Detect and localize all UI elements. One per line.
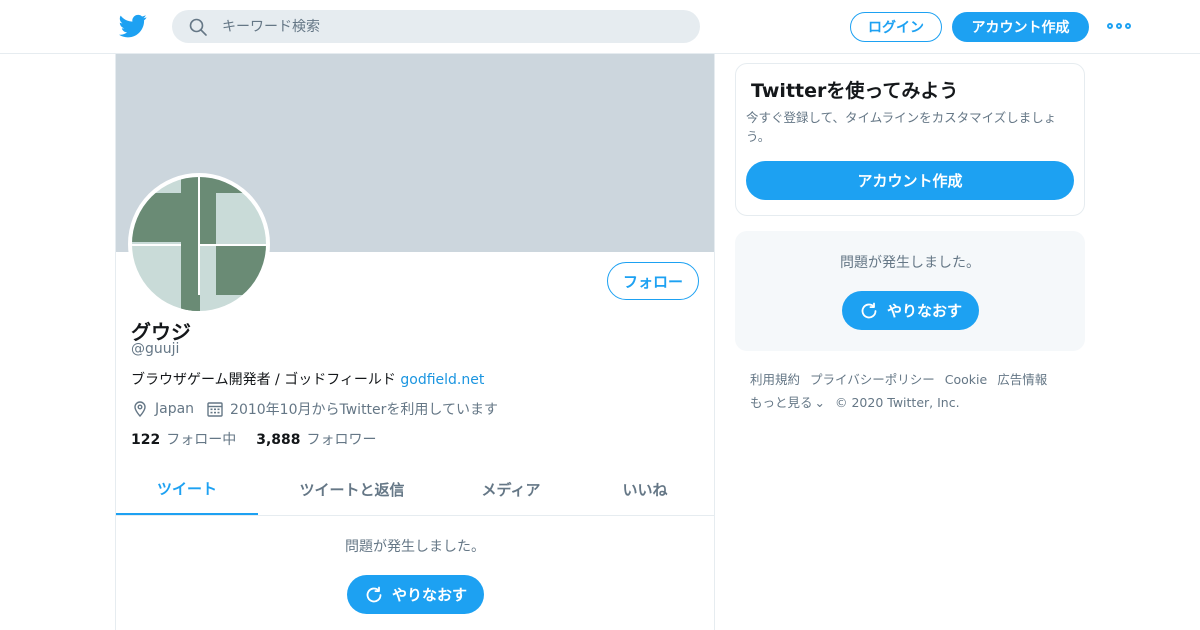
sidebar-retry-button[interactable]: やりなおす	[842, 291, 979, 330]
login-button[interactable]: ログイン	[850, 12, 942, 42]
tab-tweets-and-replies[interactable]: ツイートと返信	[258, 464, 446, 515]
tab-tweets[interactable]: ツイート	[116, 464, 258, 515]
footer-link-privacy[interactable]: プライバシーポリシー	[810, 368, 935, 391]
bio-text: ブラウザゲーム開発者 / ゴッドフィールド	[131, 372, 401, 388]
profile-column: フォロー グウジ @guuji ブラウザゲーム開発者 / ゴッドフィールド go…	[115, 54, 715, 630]
footer-copyright: © 2020 Twitter, Inc.	[835, 395, 960, 410]
signup-card-title: Twitterを使ってみよう	[751, 80, 959, 102]
tab-likes[interactable]: いいね	[576, 464, 714, 515]
signup-card-button[interactable]: アカウント作成	[746, 161, 1074, 200]
twitter-bird-icon[interactable]	[119, 12, 147, 40]
calendar-icon	[206, 400, 224, 418]
profile-stats: 122 フォロー中 3,888 フォロワー	[131, 429, 397, 449]
timeline-error-message: 問題が発生しました。	[345, 539, 485, 555]
followers-count: 3,888	[256, 432, 301, 448]
followers-label: フォロワー	[306, 432, 377, 448]
search-box	[172, 10, 700, 43]
chevron-down-icon: ⌄	[814, 395, 825, 410]
profile-tabs: ツイート ツイートと返信 メディア いいね	[116, 464, 714, 516]
sidebar-error-message: 問題が発生しました。	[840, 255, 980, 271]
signup-card: Twitterを使ってみよう 今すぐ登録して、タイムラインをカスタマイズしましょ…	[735, 63, 1085, 216]
footer-more-link[interactable]: もっと見る ⌄	[750, 391, 825, 414]
more-dots-icon[interactable]	[1107, 19, 1131, 33]
following-stat[interactable]: 122 フォロー中	[131, 429, 236, 449]
profile-joined-date: 2010年10月からTwitterを利用しています	[230, 402, 498, 418]
refresh-icon	[364, 585, 384, 605]
retry-label: やりなおす	[886, 302, 962, 320]
footer-link-cookie[interactable]: Cookie	[945, 368, 987, 391]
followers-stat[interactable]: 3,888 フォロワー	[256, 429, 376, 449]
profile-meta: Japan 2010年10月からTwitterを利用しています	[131, 399, 498, 419]
following-count: 122	[131, 432, 161, 448]
retry-label: やりなおす	[391, 586, 467, 604]
footer-link-terms[interactable]: 利用規約	[750, 368, 800, 391]
bio-link[interactable]: godfield.net	[400, 372, 484, 388]
search-input[interactable]	[222, 10, 682, 43]
sidebar-footer: 利用規約 プライバシーポリシー Cookie 広告情報 もっと見る ⌄ © 202…	[750, 368, 1080, 414]
profile-location: Japan	[155, 401, 195, 417]
search-icon	[188, 17, 208, 37]
footer-link-ads[interactable]: 広告情報	[997, 368, 1047, 391]
top-navigation-bar: ログイン アカウント作成	[0, 0, 1200, 54]
timeline-retry-button[interactable]: やりなおす	[347, 575, 484, 614]
location-icon	[131, 400, 149, 418]
tab-media[interactable]: メディア	[446, 464, 576, 515]
footer-more-label: もっと見る	[750, 395, 813, 410]
signup-card-description: 今すぐ登録して、タイムラインをカスタマイズしましょう。	[746, 110, 1057, 144]
following-label: フォロー中	[166, 432, 237, 448]
avatar[interactable]	[128, 173, 270, 315]
sidebar-error-card: 問題が発生しました。 やりなおす	[735, 231, 1085, 351]
follow-button[interactable]: フォロー	[607, 262, 699, 300]
signup-button[interactable]: アカウント作成	[952, 12, 1089, 42]
refresh-icon	[859, 301, 879, 321]
profile-bio: ブラウザゲーム開発者 / ゴッドフィールド godfield.net	[131, 369, 484, 389]
profile-handle[interactable]: @guuji	[131, 341, 179, 357]
